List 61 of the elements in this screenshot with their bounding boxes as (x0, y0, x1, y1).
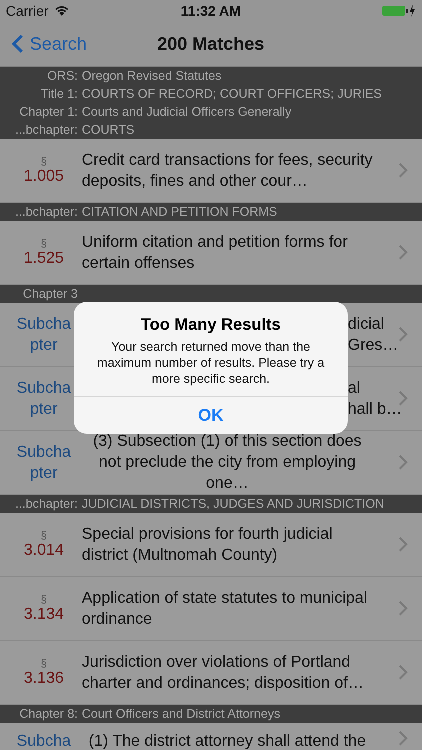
result-text: al (348, 378, 360, 398)
result-text: Special provisions for fourth judicial district (Multnomah County) (81, 524, 334, 566)
alert-title: Too Many Results (141, 316, 281, 335)
header-label: Chapter 8: (18, 707, 78, 721)
carrier-label: Carrier (6, 3, 49, 19)
result-text: dicial (348, 314, 384, 334)
header-value: CITATION AND PETITION FORMS (82, 205, 278, 219)
header-label: Title 1: (40, 87, 78, 101)
result-row[interactable]: § 3.014 Special provisions for fourth judicial district (Multnomah County) (0, 513, 422, 577)
section-number: 1.005 (24, 168, 64, 186)
alert-message: Your search returned move than the maximum number of results. Please try a more specific search. (96, 339, 326, 387)
section-number: 3.134 (24, 606, 64, 624)
section-symbol: § (40, 658, 48, 670)
result-text: (1) The district attorney shall attend the (88, 732, 368, 750)
section-symbol: § (40, 156, 48, 168)
result-text: Jurisdiction over violations of Portland charter and ordinances; disposition of… (81, 652, 365, 694)
battery-icon (382, 5, 416, 17)
section-number: 1.525 (24, 250, 64, 268)
result-row[interactable]: Subcha (1) The district attorney shall attend the (0, 723, 422, 750)
chevron-icon (399, 245, 408, 260)
subchapter-label: Subcha (16, 732, 72, 750)
back-chevron-icon (12, 34, 24, 54)
header-label: ...bchapter: (14, 497, 78, 511)
subchapter-label: Subchapter (16, 378, 72, 420)
page-title: 200 Matches (157, 34, 265, 54)
chevron-icon (399, 537, 408, 552)
ok-button[interactable]: OK (74, 396, 348, 434)
header-value: Court Officers and District Attorneys (82, 707, 280, 721)
result-text: Application of state statutes to municipal ordinance (81, 588, 368, 630)
result-text: Credit card transactions for fees, security deposits, fines and other cour… (81, 150, 374, 192)
section-number: 3.014 (24, 542, 64, 560)
chevron-icon (399, 731, 408, 746)
result-text: hall b… (348, 400, 402, 420)
header-label: Chapter 3 (22, 287, 78, 301)
header-label: ORS: (46, 69, 78, 83)
header-value: Oregon Revised Statutes (82, 69, 222, 83)
section-number: 3.136 (24, 670, 64, 688)
chevron-icon (399, 455, 408, 470)
header-label: Chapter 1: (18, 105, 78, 119)
header-value: COURTS OF RECORD; COURT OFFICERS; JURIES (82, 87, 382, 101)
subchapter-label: Subchapter (16, 314, 72, 356)
chevron-icon (399, 601, 408, 616)
result-row[interactable]: § 3.134 Application of state statutes to municipal ordinance (0, 577, 422, 641)
chevron-icon (399, 163, 408, 178)
header-value: Courts and Judicial Officers Generally (82, 105, 292, 119)
header-value: JUDICIAL DISTRICTS, JUDGES AND JURISDICTION (82, 497, 384, 511)
chevron-icon (399, 391, 408, 406)
subchapter-label: Subchapter (16, 442, 72, 484)
wifi-icon (54, 5, 70, 17)
header-value: COURTS (82, 123, 135, 137)
header-label: ...bchapter: (14, 205, 78, 219)
chevron-icon (399, 665, 408, 680)
section-symbol: § (40, 594, 48, 606)
result-text: Uniform citation and petition forms for certain offenses (81, 232, 349, 274)
section-symbol: § (40, 530, 48, 542)
result-text: (3) Subsection (1) of this section does not preclude the city from employing one… (92, 432, 363, 494)
chevron-icon (399, 327, 408, 342)
status-time: 11:32 AM (180, 3, 242, 19)
result-text: Gres… (348, 336, 399, 356)
header-label: ...bchapter: (14, 123, 78, 137)
section-symbol: § (40, 238, 48, 250)
